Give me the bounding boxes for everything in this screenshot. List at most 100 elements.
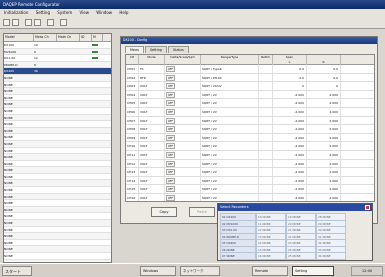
span-right-field[interactable]: 2.000 bbox=[307, 99, 341, 107]
table-row[interactable]: MV1000 6 bbox=[4, 48, 111, 56]
span-left-field[interactable]: -2.000 bbox=[273, 125, 307, 133]
range-type-select[interactable]: SQRT / 20mV bbox=[201, 82, 259, 90]
table-row[interactable]: NONE bbox=[4, 161, 111, 168]
span-left-field[interactable]: -2.000 bbox=[273, 168, 307, 176]
table-row[interactable]: NONE bbox=[4, 206, 111, 214]
menu-item-help[interactable]: Help bbox=[119, 10, 128, 15]
span-right-field[interactable]: 2.000 bbox=[307, 142, 341, 150]
table-row[interactable]: NONE bbox=[4, 193, 111, 201]
table-row[interactable]: NONE bbox=[4, 108, 111, 115]
mode-select[interactable]: VOLT bbox=[139, 116, 165, 125]
table-row[interactable]: NONE bbox=[4, 101, 111, 108]
refch-cell[interactable] bbox=[259, 142, 273, 150]
span-right-field[interactable]: 0.0 bbox=[307, 73, 341, 82]
delta-scale-sqrt-value[interactable]: OFF bbox=[166, 74, 176, 81]
menu-item-initialization[interactable]: Initialization bbox=[4, 10, 28, 15]
refch-cell[interactable] bbox=[259, 133, 273, 142]
table-row[interactable]: NONE bbox=[4, 134, 111, 141]
delta-scale-sqrt-value[interactable]: OFF bbox=[166, 151, 176, 158]
span-right-field[interactable]: 0.0 bbox=[307, 65, 341, 73]
delta-scale-sqrt-value[interactable]: OFF bbox=[166, 91, 176, 98]
span-left-field[interactable]: 0 bbox=[273, 82, 307, 90]
mode-select[interactable]: VOLT bbox=[139, 193, 165, 201]
span-right-field[interactable]: 2.000 bbox=[307, 159, 341, 168]
range-type-select[interactable]: SQRT / 2V bbox=[201, 107, 259, 116]
tab-setting[interactable]: Setting bbox=[144, 46, 167, 53]
range-type-select[interactable]: SQRT / 2V bbox=[201, 133, 259, 142]
range-type-select[interactable]: SQRT / TypeK bbox=[201, 65, 259, 73]
range-type-select[interactable]: SQRT / 2V bbox=[201, 150, 259, 159]
mode-select[interactable]: VOLT bbox=[139, 185, 165, 193]
table-row[interactable]: NONE bbox=[4, 246, 111, 253]
range-type-select[interactable]: SQRT / 2V bbox=[201, 142, 259, 150]
refch-cell[interactable] bbox=[259, 159, 273, 168]
tab-status[interactable]: Status bbox=[168, 46, 189, 53]
refch-cell[interactable] bbox=[259, 107, 273, 116]
table-row[interactable]: NONE bbox=[4, 148, 111, 155]
table-row[interactable]: NONE bbox=[4, 174, 111, 181]
recorder-slot[interactable]: 34 NONE bbox=[316, 252, 346, 260]
span-left-field[interactable]: -2.000 bbox=[273, 90, 307, 99]
mode-select[interactable]: VOLT bbox=[139, 107, 165, 116]
tab-meas[interactable]: Meas bbox=[125, 46, 144, 53]
mode-select[interactable]: VOLT bbox=[139, 142, 165, 150]
range-type-select[interactable]: SQRT / 2V bbox=[201, 99, 259, 107]
mode-select[interactable]: VOLT bbox=[139, 82, 165, 90]
start-button[interactable]: スタート bbox=[2, 266, 32, 276]
range-type-select[interactable]: SQRT / 2V bbox=[201, 185, 259, 193]
copy-icon[interactable] bbox=[34, 19, 41, 26]
delta-scale-sqrt-value[interactable]: OFF bbox=[166, 66, 176, 72]
table-row[interactable]: DX100 10 bbox=[4, 42, 111, 49]
span-right-field[interactable]: 2.000 bbox=[307, 133, 341, 142]
span-left-field[interactable]: -2.000 bbox=[273, 107, 307, 116]
col-mode[interactable]: Mode bbox=[139, 55, 165, 65]
refch-cell[interactable] bbox=[259, 82, 273, 90]
col-meas-ch[interactable]: Meas Ch bbox=[34, 34, 57, 41]
menu-item-system[interactable]: System bbox=[57, 10, 72, 15]
span-left-field[interactable]: -2.000 bbox=[273, 99, 307, 107]
open-folder-icon[interactable] bbox=[12, 19, 19, 26]
span-left-field[interactable]: 0.0 bbox=[273, 65, 307, 73]
table-row[interactable]: NONE bbox=[4, 121, 111, 128]
mode-select[interactable]: VOLT bbox=[139, 150, 165, 159]
span-right-field[interactable]: 2.000 bbox=[307, 116, 341, 125]
mode-select[interactable]: VOLT bbox=[139, 133, 165, 142]
menu-item-window[interactable]: Window bbox=[96, 10, 112, 15]
col-m[interactable]: M bbox=[92, 34, 103, 41]
refch-cell[interactable] bbox=[259, 125, 273, 133]
copy-button[interactable]: Copy bbox=[151, 207, 177, 217]
span-left-field[interactable]: -2.000 bbox=[273, 185, 307, 193]
refch-cell[interactable] bbox=[259, 65, 273, 73]
table-row[interactable]: NONE bbox=[4, 88, 111, 95]
save-icon[interactable] bbox=[25, 19, 32, 26]
col-math-ch[interactable]: Math Ch bbox=[57, 34, 80, 41]
mode-select[interactable]: RTD bbox=[139, 73, 165, 82]
span-left-field[interactable]: -2.000 bbox=[273, 159, 307, 168]
refch-cell[interactable] bbox=[259, 150, 273, 159]
range-type-select[interactable]: SQRT / 2V bbox=[201, 193, 259, 201]
span-right-field[interactable]: 0 bbox=[307, 82, 341, 90]
delta-scale-sqrt-value[interactable]: OFF bbox=[166, 108, 176, 115]
refch-cell[interactable] bbox=[259, 116, 273, 125]
range-type-select[interactable]: SQRT / 2V bbox=[201, 90, 259, 99]
mode-select[interactable]: VOLT bbox=[139, 176, 165, 185]
delta-scale-sqrt-value[interactable]: OFF bbox=[166, 83, 176, 90]
mode-select[interactable]: VOLT bbox=[139, 159, 165, 168]
close-icon[interactable] bbox=[365, 205, 370, 210]
delta-scale-sqrt-value[interactable]: OFF bbox=[166, 100, 176, 107]
span-left-field[interactable]: -2.000 bbox=[273, 193, 307, 201]
table-row[interactable]: NONE bbox=[4, 253, 111, 260]
menu-item-setting[interactable]: Setting bbox=[36, 10, 50, 15]
task-button[interactable]: Setting bbox=[292, 266, 334, 276]
span-left-field[interactable]: -2.000 bbox=[273, 142, 307, 150]
table-row[interactable]: NONE bbox=[4, 213, 111, 221]
table-row[interactable]: NONE bbox=[4, 167, 111, 174]
recorder-slot[interactable]: 25 NONE bbox=[286, 252, 316, 260]
refch-cell[interactable] bbox=[259, 73, 273, 82]
recorder-slot[interactable]: 07 NONE bbox=[220, 252, 256, 260]
paste-button[interactable]: Paste bbox=[189, 207, 215, 217]
task-button[interactable]: ネットワーク bbox=[180, 266, 220, 276]
range-type-select[interactable]: SQRT / 2V bbox=[201, 125, 259, 133]
col-range-type[interactable]: Range/Type bbox=[201, 55, 259, 65]
span-left-field[interactable]: -2.0 bbox=[273, 73, 307, 82]
